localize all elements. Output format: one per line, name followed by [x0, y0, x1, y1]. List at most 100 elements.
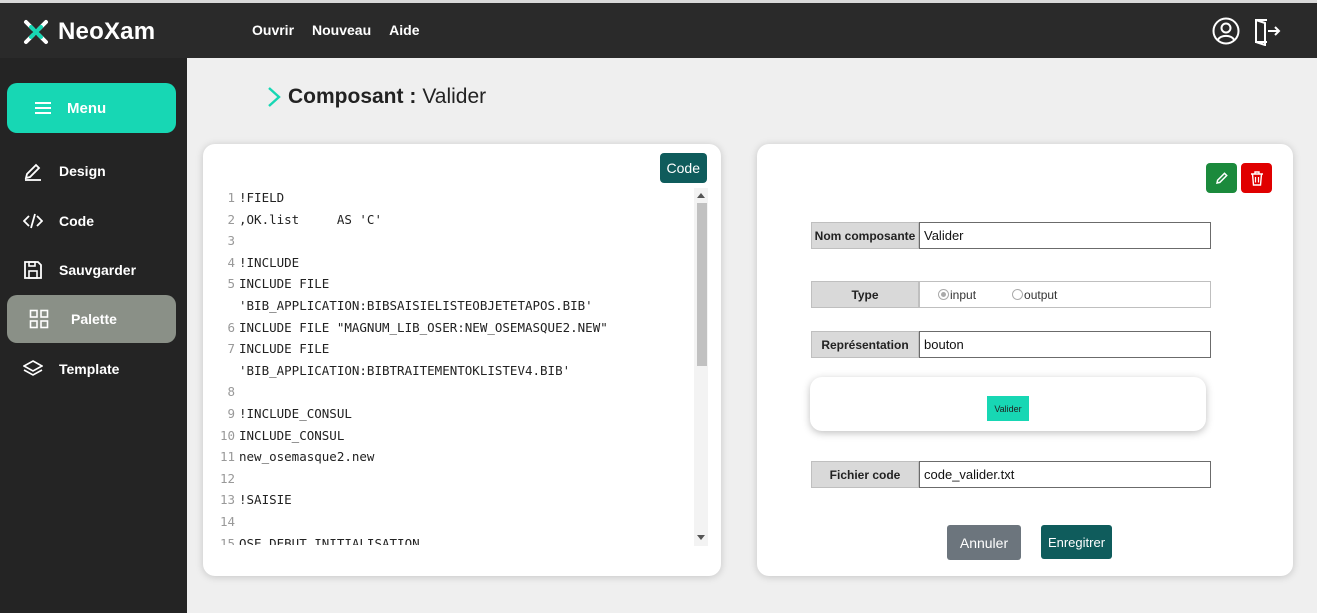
line-number [213, 295, 239, 317]
nav-nouveau[interactable]: Nouveau [312, 22, 371, 38]
nav-aide[interactable]: Aide [389, 22, 419, 38]
pencil-icon [24, 163, 41, 181]
code-line[interactable]: 8 [213, 381, 712, 403]
code-line-text: ,OK.list AS 'C' [239, 211, 382, 227]
code-icon [23, 213, 43, 229]
delete-button[interactable] [1241, 163, 1272, 193]
sidebar-item-design[interactable]: Design [7, 147, 176, 195]
code-line[interactable]: 3 [213, 230, 712, 252]
code-line[interactable]: 12 [213, 468, 712, 490]
sidebar-item-label: Template [59, 361, 120, 377]
code-line-text: OSE_DEBUT_INITIALISATION [239, 535, 420, 546]
code-line-text: 'BIB_APPLICATION:BIBTRAITEMENTOKLISTEV4.… [239, 362, 571, 378]
code-line[interactable]: 14 [213, 511, 712, 533]
code-line[interactable]: 4 !INCLUDE [213, 252, 712, 274]
code-line[interactable]: 7 INCLUDE FILE [213, 338, 712, 360]
fichier-code-label: Fichier code [811, 461, 919, 488]
trash-icon [1250, 170, 1263, 186]
sidebar-item-sauvgarder[interactable]: Sauvgarder [7, 246, 176, 294]
code-line[interactable]: 11 new_osemasque2.new [213, 446, 712, 468]
top-nav: Ouvrir Nouveau Aide [252, 22, 419, 38]
radio-output-circle[interactable] [1012, 289, 1024, 300]
sidebar: Menu Design Code Sauvgarder Palette Temp… [0, 58, 187, 613]
editor-scrollbar[interactable] [694, 188, 708, 546]
line-number: 15 [219, 535, 235, 546]
nom-composante-label: Nom composante [811, 222, 919, 249]
sidebar-item-label: Design [59, 163, 106, 179]
scrollbar-thumb[interactable] [697, 203, 707, 366]
code-line[interactable]: 'BIB_APPLICATION:BIBTRAITEMENTOKLISTEV4.… [213, 360, 712, 382]
line-number: 2 [227, 211, 235, 227]
sidebar-item-code[interactable]: Code [7, 197, 176, 245]
layers-icon [23, 360, 43, 376]
cancel-button[interactable]: Annuler [947, 525, 1021, 560]
pencil-icon [1215, 172, 1228, 184]
menu-button[interactable]: Menu [7, 83, 176, 133]
nav-ouvrir[interactable]: Ouvrir [252, 22, 294, 38]
representation-label: Représentation [811, 331, 919, 358]
line-number: 4 [227, 254, 235, 270]
user-icon[interactable] [1211, 16, 1241, 46]
code-line-text: INCLUDE FILE "MAGNUM_LIB_OSER:NEW_OSEMAS… [239, 319, 608, 335]
code-line[interactable]: 1 !FIELD [213, 187, 712, 209]
code-line[interactable]: 15 OSE_DEBUT_INITIALISATION [213, 533, 712, 546]
line-number: 6 [227, 319, 235, 335]
line-number: 1 [227, 190, 235, 205]
line-number: 12 [219, 470, 235, 486]
menu-label: Menu [67, 99, 107, 117]
save-icon [24, 261, 42, 279]
code-editor[interactable]: 1 !FIELD 2 ,OK.list AS 'C' 3 4 !INCLUDE 5 INCLUD… [213, 187, 712, 545]
code-line-text: INCLUDE_CONSUL [239, 427, 345, 443]
logout-icon[interactable] [1251, 16, 1281, 46]
code-line-text: INCLUDE FILE [239, 276, 330, 292]
code-button[interactable]: Code [659, 153, 707, 183]
line-number: 13 [219, 492, 235, 508]
code-line-text: !FIELD [239, 190, 285, 205]
code-line-text: !INCLUDE [239, 254, 300, 270]
radio-input[interactable]: input [938, 288, 976, 302]
code-line-text: !SAISIE [239, 492, 292, 508]
code-line[interactable]: 10 INCLUDE_CONSUL [213, 425, 712, 447]
brand-name: NeoXam [58, 18, 156, 45]
sidebar-item-palette[interactable]: Palette [7, 295, 176, 343]
save-button[interactable]: Enregitrer [1041, 525, 1112, 559]
code-line[interactable]: 5 INCLUDE FILE [213, 273, 712, 295]
radio-output[interactable]: output [1012, 288, 1057, 302]
code-line-text: !INCLUDE_CONSUL [239, 405, 352, 421]
code-line[interactable]: 'BIB_APPLICATION:BIBSAISIELISTEOBJETETAP… [213, 295, 712, 317]
code-line[interactable]: 13 !SAISIE [213, 489, 712, 511]
representation-row: Représentation bouton [811, 331, 1211, 358]
code-line[interactable]: 9 !INCLUDE_CONSUL [213, 403, 712, 425]
radio-input-label: input [950, 287, 977, 302]
chevron-right-icon [268, 87, 281, 107]
sidebar-item-template[interactable]: Template [7, 345, 176, 393]
line-number: 11 [219, 449, 235, 465]
scroll-up-arrow-icon[interactable] [697, 193, 705, 198]
representation-input[interactable]: bouton [919, 331, 1211, 358]
code-line-text: INCLUDE FILE [239, 341, 330, 357]
fichier-code-row: Fichier code code_valider.txt [811, 461, 1211, 488]
line-number: 14 [219, 513, 235, 529]
component-preview: Valider [810, 377, 1206, 431]
type-row: Type input output [811, 281, 1211, 308]
radio-output-label: output [1024, 287, 1058, 302]
radio-input-circle[interactable] [938, 289, 949, 300]
line-number: 10 [219, 427, 235, 443]
brand-logo[interactable]: NeoXam [22, 17, 155, 47]
preview-valider-button[interactable]: Valider [987, 396, 1029, 421]
fichier-code-input[interactable]: code_valider.txt [919, 461, 1211, 488]
top-actions [1211, 16, 1281, 46]
code-line-text: 'BIB_APPLICATION:BIBSAISIELISTEOBJETETAP… [239, 297, 593, 313]
code-line[interactable]: 2 ,OK.list AS 'C' [213, 209, 712, 231]
page-title-label: Composant : [288, 85, 417, 108]
code-panel: Code 1 !FIELD 2 ,OK.list AS 'C' 3 4 !INCLUDE 5 I… [203, 144, 721, 576]
scroll-down-arrow-icon[interactable] [697, 535, 705, 540]
neoxam-logo-icon [24, 20, 48, 44]
code-line-text: new_osemasque2.new [239, 449, 375, 465]
code-line[interactable]: 6 INCLUDE FILE "MAGNUM_LIB_OSER:NEW_OSEMA… [213, 317, 712, 339]
page-title: Composant : Valider [266, 85, 486, 109]
nom-composante-input[interactable]: Valider [919, 222, 1211, 249]
edit-button[interactable] [1206, 163, 1237, 193]
page-title-name: Valider [422, 85, 487, 108]
line-number: 8 [227, 384, 235, 400]
